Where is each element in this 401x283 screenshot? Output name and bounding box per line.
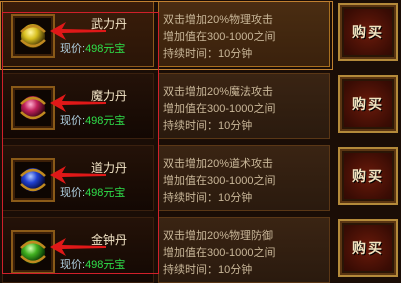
desc-line: 双击增加20%物理攻击 [163, 14, 274, 26]
desc-line: 持续时间：10分钟 [163, 120, 253, 132]
item-icon-frame[interactable] [11, 14, 55, 58]
buy-button-label: 购买 [352, 25, 384, 41]
item-description: 双击增加20%物理防御 增加值在300-1000之间 持续时间：10分钟 [158, 217, 330, 283]
desc-line: 增加值在300-1000之间 [163, 175, 276, 187]
buy-button[interactable]: 购买 [338, 147, 398, 205]
desc-line: 增加值在300-1000之间 [163, 247, 276, 259]
item-price: 现价:498元宝 [60, 43, 126, 55]
buy-button[interactable]: 购买 [338, 219, 398, 277]
item-price: 现价:498元宝 [60, 259, 126, 271]
buy-button-label: 购买 [352, 169, 384, 185]
item-icon-frame[interactable] [11, 86, 55, 130]
item-description: 双击增加20%道术攻击 增加值在300-1000之间 持续时间：10分钟 [158, 145, 330, 211]
item-row-molidan: 魔力丹 现价:498元宝 双击增加20%魔法攻击 增加值在300-1000之间 … [0, 73, 401, 141]
red-arrow-icon [50, 166, 106, 184]
magenta-orb-icon [20, 96, 46, 120]
desc-line: 双击增加20%魔法攻击 [163, 86, 274, 98]
item-row-wulidan: 武力丹 现价:498元宝 双击增加20%物理攻击 增加值在300-1000之间 … [0, 1, 401, 70]
red-arrow-icon [50, 22, 106, 40]
item-price: 现价:498元宝 [60, 187, 126, 199]
desc-line: 持续时间：10分钟 [163, 48, 253, 60]
item-row-daolidan: 道力丹 现价:498元宝 双击增加20%道术攻击 增加值在300-1000之间 … [0, 145, 401, 213]
blue-orb-icon [20, 168, 46, 192]
item-icon-frame[interactable] [11, 158, 55, 202]
item-description: 双击增加20%物理攻击 增加值在300-1000之间 持续时间：10分钟 [158, 1, 330, 67]
desc-line: 双击增加20%道术攻击 [163, 158, 274, 170]
desc-line: 增加值在300-1000之间 [163, 103, 276, 115]
buy-button[interactable]: 购买 [338, 3, 398, 61]
buy-button[interactable]: 购买 [338, 75, 398, 133]
desc-line: 持续时间：10分钟 [163, 192, 253, 204]
buy-button-label: 购买 [352, 241, 384, 257]
desc-line: 双击增加20%物理防御 [163, 230, 274, 242]
green-orb-icon [20, 240, 46, 264]
item-icon-frame[interactable] [11, 230, 55, 274]
yellow-orb-icon [20, 24, 46, 48]
red-arrow-icon [50, 94, 106, 112]
red-arrow-icon [50, 238, 106, 256]
item-row-jinzhongdan: 金钟丹 现价:498元宝 双击增加20%物理防御 增加值在300-1000之间 … [0, 217, 401, 283]
buy-button-label: 购买 [352, 97, 384, 113]
desc-line: 增加值在300-1000之间 [163, 31, 276, 43]
desc-line: 持续时间：10分钟 [163, 264, 253, 276]
item-price: 现价:498元宝 [60, 115, 126, 127]
item-description: 双击增加20%魔法攻击 增加值在300-1000之间 持续时间：10分钟 [158, 73, 330, 139]
